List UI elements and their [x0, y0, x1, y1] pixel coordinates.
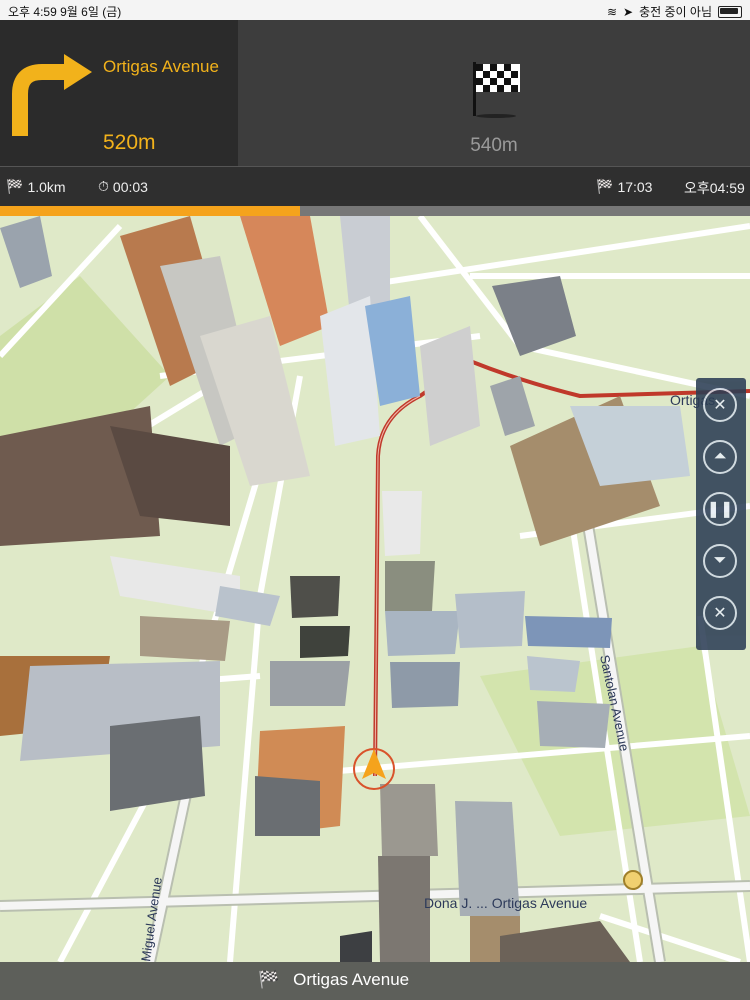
route-progress-fill [0, 206, 300, 216]
close-icon: ✕ [713, 605, 727, 622]
location-icon: ➤ [623, 4, 634, 19]
current-street-bar: 🏁 Ortigas Avenue [0, 962, 750, 1000]
remaining-time-item: ⏱ 00:03 [98, 178, 148, 195]
turn-instruction-panel[interactable]: Ortigas Avenue 520m [0, 20, 238, 166]
turn-right-arrow-icon [12, 54, 92, 136]
zoom-out-icon: ✕ [713, 397, 727, 414]
current-clock: 오후04:59 [684, 180, 745, 196]
status-bar: 오후 4:59 9월 6일 (금) ≋ ➤ 충전 중이 아님 [0, 0, 750, 20]
trip-info-bar: 🏁 1.0km ⏱ 00:03 🏁 17:03 오후04:59 [0, 166, 750, 207]
destination-distance: 540m [470, 135, 518, 156]
poi-marker-icon [623, 870, 643, 890]
destination-panel[interactable]: 540m [238, 20, 750, 166]
route-progress-bar [0, 206, 750, 216]
map-canvas[interactable]: Ortigas Santolan Avenue Dona J. ... Orti… [0, 216, 750, 962]
checkered-flag-icon [473, 62, 520, 118]
eta-item: 🏁 17:03 [596, 178, 652, 195]
clock-item: 오후04:59 [684, 178, 745, 198]
turn-street-name: Ortigas Avenue [103, 57, 219, 76]
arrow-down-bar-icon: ⏷ [713, 552, 727, 569]
road-label-bottom: Dona J. ... Ortigas Avenue [424, 895, 587, 911]
checkered-flag-small-icon: 🏁 [258, 970, 280, 989]
remaining-distance-item: 🏁 1.0km [6, 178, 66, 195]
charging-status: 충전 중이 아님 [639, 5, 712, 19]
arrow-up-bar-icon: ⏶ [713, 448, 727, 465]
remaining-distance: 1.0km [27, 178, 66, 195]
zoom-out-button[interactable]: ✕ [703, 388, 737, 422]
close-button[interactable]: ✕ [703, 596, 737, 630]
pause-icon: ❚❚ [706, 501, 734, 518]
eta-time: 17:03 [617, 178, 653, 195]
pause-button[interactable]: ❚❚ [703, 492, 737, 526]
remaining-time: 00:03 [112, 178, 148, 195]
flag-clock-icon: 🏁 [596, 178, 614, 194]
scroll-up-button[interactable]: ⏶ [703, 440, 737, 474]
map-view[interactable]: Ortigas Santolan Avenue Dona J. ... Orti… [0, 216, 750, 962]
turn-distance: 520m [103, 131, 156, 154]
status-right: ≋ ➤ 충전 중이 아님 [607, 3, 742, 20]
flag-distance-icon: 🏁 [6, 178, 24, 194]
scroll-down-button[interactable]: ⏷ [703, 544, 737, 578]
status-time-date: 오후 4:59 9월 6일 (금) [8, 5, 122, 19]
map-side-controls: ✕ ⏶ ❚❚ ⏷ ✕ [696, 378, 746, 650]
stopwatch-icon: ⏱ [98, 178, 109, 194]
current-street-name: Ortigas Avenue [293, 970, 410, 989]
battery-icon [718, 5, 742, 18]
wifi-icon: ≋ [606, 4, 618, 19]
